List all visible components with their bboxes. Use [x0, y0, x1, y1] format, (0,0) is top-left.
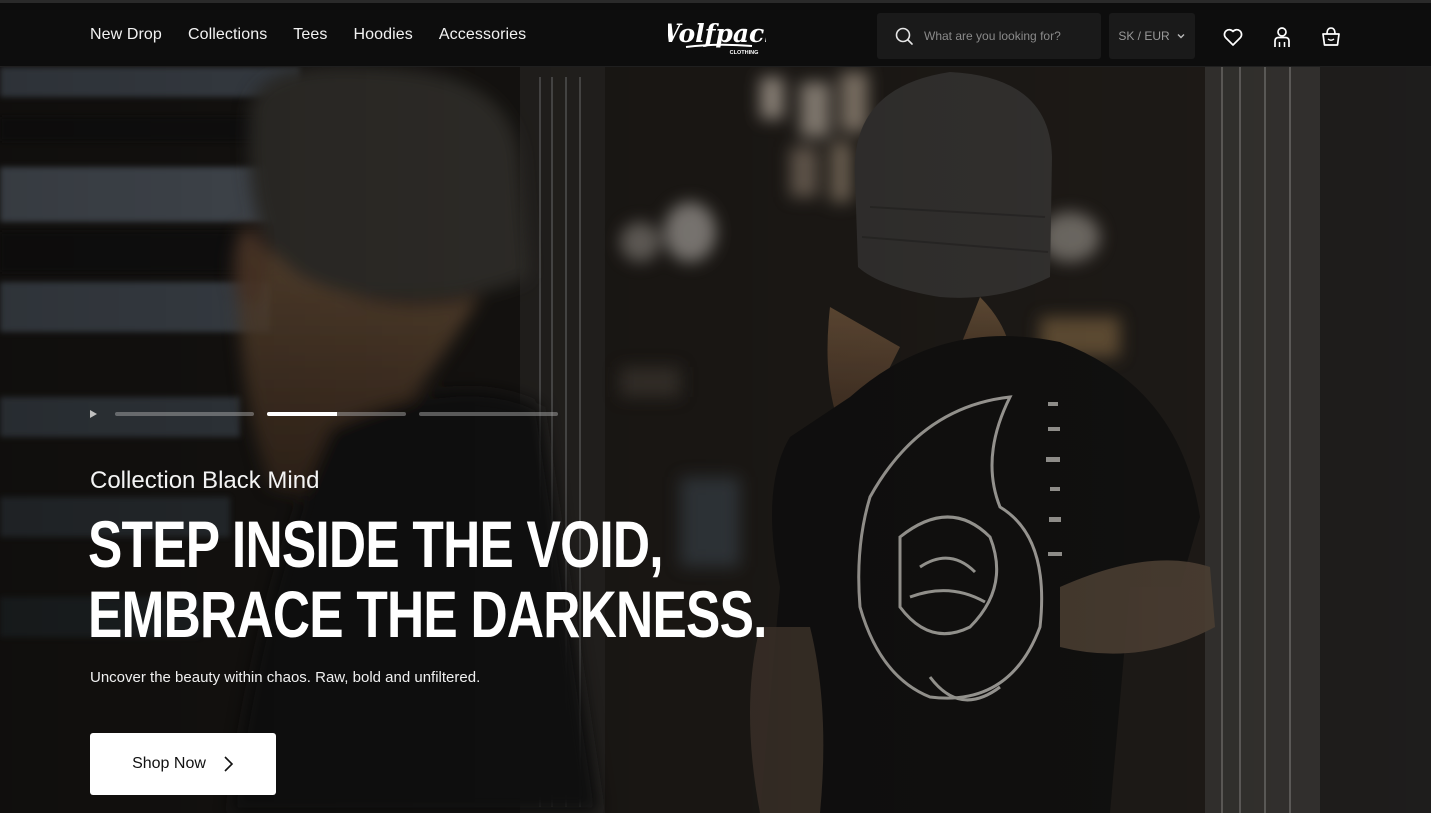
chevron-right-icon	[224, 756, 234, 772]
heart-icon[interactable]	[1221, 25, 1245, 49]
search-box[interactable]	[877, 13, 1101, 59]
shop-now-label: Shop Now	[132, 755, 206, 772]
brand-logo[interactable]: Wolfpack CLOTHING	[652, 13, 781, 59]
logo-subtitle: CLOTHING	[730, 50, 759, 56]
slide-indicator-3[interactable]	[419, 412, 558, 416]
hero-subtext: Uncover the beauty within chaos. Raw, bo…	[90, 669, 481, 686]
search-icon[interactable]	[894, 26, 914, 46]
user-icon[interactable]	[1270, 25, 1294, 49]
site-header: New Drop Collections Tees Hoodies Access…	[0, 0, 1431, 67]
locale-currency-select[interactable]: SK / EUR	[1109, 13, 1195, 59]
nav-new-drop[interactable]: New Drop	[90, 26, 162, 44]
nav-accessories[interactable]: Accessories	[439, 26, 526, 44]
slide-indicator-2[interactable]	[267, 412, 406, 416]
shop-now-button[interactable]: Shop Now	[90, 733, 276, 795]
headline-line-1: STEP INSIDE THE VOID,	[88, 507, 664, 581]
slide-indicator-1[interactable]	[115, 412, 254, 416]
play-icon[interactable]	[90, 410, 97, 418]
nav-tees[interactable]: Tees	[293, 26, 327, 44]
hero-banner: Collection Black Mind STEP INSIDE THE VO…	[0, 67, 1431, 813]
hero-background-image	[0, 67, 1431, 813]
search-input[interactable]	[922, 28, 1096, 44]
hero-headline: STEP INSIDE THE VOID, EMBRACE THE DARKNE…	[88, 509, 767, 649]
main-nav: New Drop Collections Tees Hoodies Access…	[90, 3, 526, 67]
wolfpack-logo-mark: Wolfpack CLOTHING	[652, 19, 781, 56]
chevron-down-icon	[1177, 34, 1185, 39]
slider-progress	[90, 410, 558, 418]
logo-wordmark: Wolfpack	[668, 19, 766, 48]
nav-hoodies[interactable]: Hoodies	[354, 26, 413, 44]
cart-icon[interactable]	[1319, 25, 1343, 49]
collection-eyebrow: Collection Black Mind	[90, 467, 320, 494]
nav-collections[interactable]: Collections	[188, 26, 267, 44]
headline-line-2: EMBRACE THE DARKNESS.	[88, 577, 767, 651]
locale-label: SK / EUR	[1118, 29, 1170, 43]
